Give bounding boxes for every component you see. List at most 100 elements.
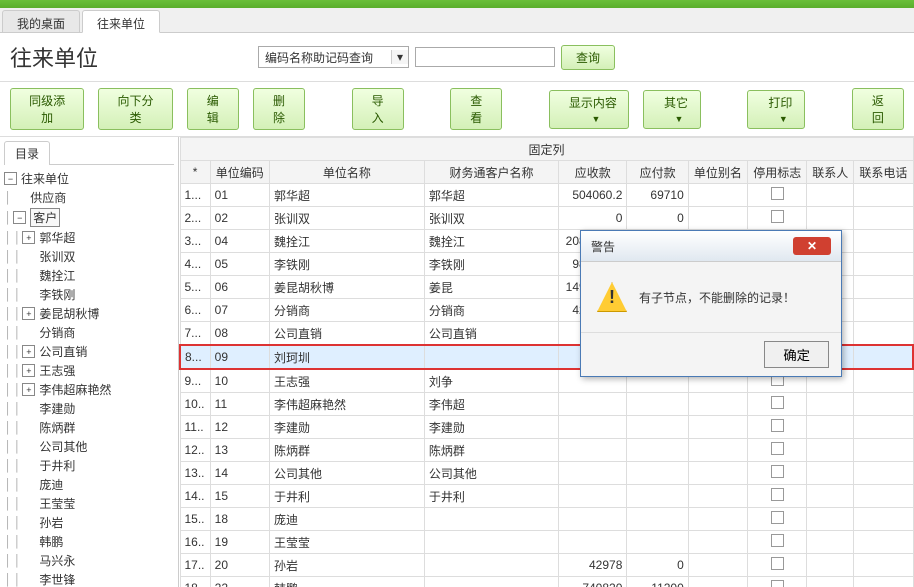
edit-button[interactable]: 编辑 bbox=[187, 88, 239, 130]
delete-button[interactable]: 删除 bbox=[253, 88, 305, 130]
tree-node[interactable]: ││+李伟超麻艳然 bbox=[4, 380, 174, 399]
tree-node[interactable]: −往来单位 bbox=[4, 169, 174, 188]
tree-node[interactable]: ││于井利 bbox=[4, 456, 174, 475]
table-row[interactable]: 10..11李伟超麻艳然李伟超 bbox=[180, 393, 913, 416]
dialog-close-button[interactable]: ✕ bbox=[793, 237, 831, 255]
import-button[interactable]: 导入 bbox=[352, 88, 404, 130]
col-name[interactable]: 单位名称 bbox=[269, 161, 424, 184]
tab-units[interactable]: 往来单位 bbox=[82, 10, 160, 33]
tree-toggle-icon[interactable]: − bbox=[13, 211, 26, 224]
checkbox-icon[interactable] bbox=[771, 534, 784, 547]
tree-node[interactable]: ││魏拴江 bbox=[4, 266, 174, 285]
checkbox-icon[interactable] bbox=[771, 580, 784, 587]
checkbox-icon[interactable] bbox=[771, 419, 784, 432]
col-star[interactable]: * bbox=[180, 161, 210, 184]
table-row[interactable]: 13..14公司其他公司其他 bbox=[180, 462, 913, 485]
tree-node[interactable]: ││马兴永 bbox=[4, 551, 174, 570]
checkbox-icon[interactable] bbox=[771, 210, 784, 223]
col-tel[interactable]: 联系电话 bbox=[854, 161, 913, 184]
toolbar: 同级添加 向下分类 编辑 删除 导入 查看 显示内容▼ 其它▼ 打印▼ 返回 bbox=[0, 82, 914, 137]
tree-node[interactable]: ││孙岩 bbox=[4, 513, 174, 532]
tree-node[interactable]: ││+姜昆胡秋博 bbox=[4, 304, 174, 323]
table-row[interactable]: 12..13陈炳群陈炳群 bbox=[180, 439, 913, 462]
tree-sidebar: 目录 −往来单位│供应商│−客户││+郭华超││张训双││魏拴江││李铁刚││+… bbox=[0, 137, 179, 587]
dialog-title: 警告 bbox=[591, 238, 615, 255]
tree-label: 于井利 bbox=[39, 457, 75, 474]
tree-node[interactable]: │供应商 bbox=[4, 188, 174, 207]
tree-node[interactable]: ││庞迪 bbox=[4, 475, 174, 494]
table-row[interactable]: 17..20孙岩429780 bbox=[180, 554, 913, 577]
col-code[interactable]: 单位编码 bbox=[210, 161, 269, 184]
chevron-down-icon: ▼ bbox=[591, 114, 600, 124]
other-button[interactable]: 其它▼ bbox=[643, 90, 701, 129]
table-row[interactable]: 14..15于井利于井利 bbox=[180, 485, 913, 508]
print-button[interactable]: 打印▼ bbox=[747, 90, 805, 129]
table-row[interactable]: 11..12李建勋李建勋 bbox=[180, 416, 913, 439]
checkbox-icon[interactable] bbox=[771, 187, 784, 200]
table-row[interactable]: 2...02张训双张训双00 bbox=[180, 207, 913, 230]
tree-label: 王莹莹 bbox=[39, 495, 75, 512]
tree-node[interactable]: ││陈炳群 bbox=[4, 418, 174, 437]
grid-header-row: * 单位编码 单位名称 财务通客户名称 应收款 应付款 单位别名 停用标志 联系… bbox=[180, 161, 913, 184]
tree-label: 张训双 bbox=[39, 248, 75, 265]
tree-node[interactable]: ││王莹莹 bbox=[4, 494, 174, 513]
search-input[interactable] bbox=[415, 47, 555, 67]
tree-label: 李伟超麻艳然 bbox=[39, 381, 111, 398]
table-row[interactable]: 16..19王莹莹 bbox=[180, 531, 913, 554]
tree-label: 王志强 bbox=[39, 362, 75, 379]
col-recv[interactable]: 应收款 bbox=[559, 161, 627, 184]
chevron-down-icon: ▼ bbox=[779, 114, 788, 124]
tree-toggle-icon[interactable]: + bbox=[22, 307, 35, 320]
col-stop[interactable]: 停用标志 bbox=[748, 161, 807, 184]
back-button[interactable]: 返回 bbox=[852, 88, 904, 130]
tree-label: 李铁刚 bbox=[39, 286, 75, 303]
tree-toggle-icon[interactable]: + bbox=[22, 231, 35, 244]
tree-node[interactable]: │−客户 bbox=[4, 207, 174, 228]
tree-label: 客户 bbox=[30, 208, 60, 227]
chevron-down-icon: ▼ bbox=[674, 114, 683, 124]
tree-node[interactable]: ││张训双 bbox=[4, 247, 174, 266]
checkbox-icon[interactable] bbox=[771, 396, 784, 409]
tree-node[interactable]: ││韩鹏 bbox=[4, 532, 174, 551]
search-mode-combo[interactable]: 编码名称助记码查询 ▾ bbox=[258, 46, 409, 68]
dialog-message: 有子节点，不能删除的记录！ bbox=[639, 289, 795, 306]
tree-toggle-icon[interactable]: + bbox=[22, 345, 35, 358]
dialog-ok-button[interactable]: 确定 bbox=[764, 341, 829, 368]
table-row[interactable]: 1...01郭华超郭华超504060.269710 bbox=[180, 184, 913, 207]
page-title: 往来单位 bbox=[10, 41, 98, 73]
tree-label: 姜昆胡秋博 bbox=[39, 305, 99, 322]
col-alias[interactable]: 单位别名 bbox=[688, 161, 747, 184]
show-content-button[interactable]: 显示内容▼ bbox=[549, 90, 629, 129]
tree-node[interactable]: ││分销商 bbox=[4, 323, 174, 342]
search-button[interactable]: 查询 bbox=[561, 45, 615, 70]
tree-toggle-icon[interactable]: − bbox=[4, 172, 17, 185]
tree-tab[interactable]: 目录 bbox=[4, 141, 50, 165]
tree-node[interactable]: ││+王志强 bbox=[4, 361, 174, 380]
table-row[interactable]: 18..22韩鹏74082011200 bbox=[180, 577, 913, 587]
tab-desktop[interactable]: 我的桌面 bbox=[2, 10, 80, 32]
checkbox-icon[interactable] bbox=[771, 557, 784, 570]
tree-node[interactable]: ││公司其他 bbox=[4, 437, 174, 456]
tree-label: 孙岩 bbox=[39, 514, 63, 531]
tree-toggle-icon[interactable]: + bbox=[22, 364, 35, 377]
col-fin-name[interactable]: 财务通客户名称 bbox=[424, 161, 558, 184]
col-contact[interactable]: 联系人 bbox=[807, 161, 854, 184]
sub-classify-button[interactable]: 向下分类 bbox=[98, 88, 172, 130]
col-pay[interactable]: 应付款 bbox=[627, 161, 688, 184]
tree-node[interactable]: ││+公司直销 bbox=[4, 342, 174, 361]
tree-node[interactable]: ││李世锋 bbox=[4, 570, 174, 587]
checkbox-icon[interactable] bbox=[771, 488, 784, 501]
table-row[interactable]: 15..18庞迪 bbox=[180, 508, 913, 531]
tree-node[interactable]: ││+郭华超 bbox=[4, 228, 174, 247]
tree-label: 魏拴江 bbox=[39, 267, 75, 284]
chevron-down-icon[interactable]: ▾ bbox=[391, 50, 408, 64]
tree-label: 公司直销 bbox=[39, 343, 87, 360]
checkbox-icon[interactable] bbox=[771, 511, 784, 524]
view-button[interactable]: 查看 bbox=[450, 88, 502, 130]
add-same-level-button[interactable]: 同级添加 bbox=[10, 88, 84, 130]
checkbox-icon[interactable] bbox=[771, 465, 784, 478]
tree-node[interactable]: ││李建勋 bbox=[4, 399, 174, 418]
checkbox-icon[interactable] bbox=[771, 442, 784, 455]
tree-node[interactable]: ││李铁刚 bbox=[4, 285, 174, 304]
tree-toggle-icon[interactable]: + bbox=[22, 383, 35, 396]
